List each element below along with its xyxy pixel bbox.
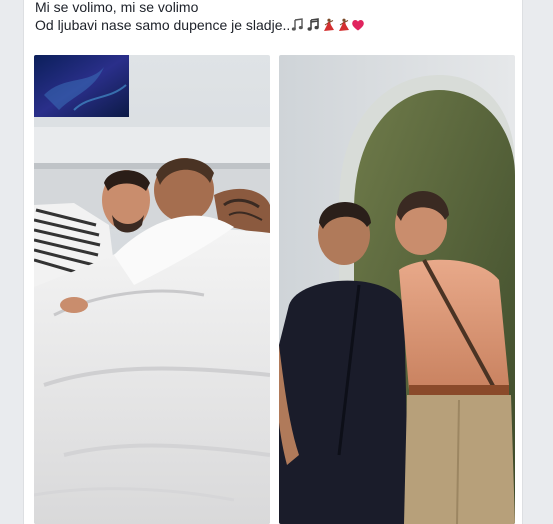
post-text-line-2: Od ljubavi nase samo dupence je sladje.. [35,17,291,33]
doorway-scene-image [279,55,515,524]
post-text-line-2-wrap: Od ljubavi nase samo dupence je sladje.. [35,16,505,34]
musical-note-icon [307,18,320,31]
photo-bed-scene[interactable] [34,55,270,524]
photo-doorway-scene[interactable] [279,55,515,524]
dancer-icon [324,18,335,31]
post-text-line-1: Mi se volimo, mi se volimo [35,0,199,15]
dancer-icon [339,18,350,31]
post-card: Mi se volimo, mi se volimo Od ljubavi na… [23,0,523,524]
post-message: Mi se volimo, mi se volimo Od ljubavi na… [35,0,505,34]
emoji-row [290,17,365,33]
bed-scene-image [34,55,270,524]
musical-notes-icon [292,18,304,31]
red-heart-icon [352,19,365,31]
